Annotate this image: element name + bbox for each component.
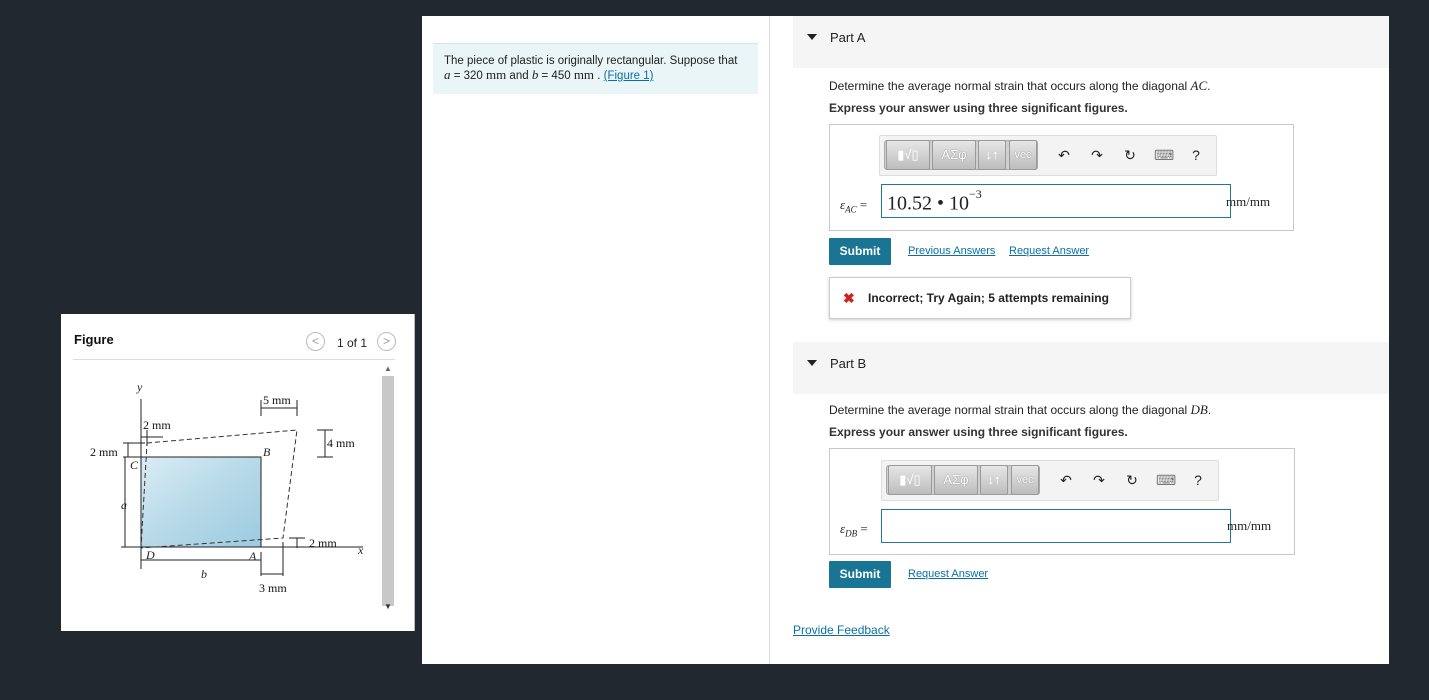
redo-icon[interactable]: ↷ <box>1088 147 1106 164</box>
greek-button[interactable]: ΑΣφ <box>932 140 976 170</box>
part-b-header[interactable]: Part B <box>793 342 1389 394</box>
label-2mm-top: 2 mm <box>143 418 171 432</box>
reset-icon[interactable]: ↻ <box>1123 472 1141 489</box>
math-toolbar: ▮√▯ ΑΣφ ↓↑ vec ↶ ↷ ↻ ⌨ ? <box>879 135 1217 176</box>
part-a-question: Determine the average normal strain that… <box>829 78 1211 94</box>
part-a-instruction: Express your answer using three signific… <box>829 101 1128 115</box>
part-b-unit: mm/mm <box>1227 518 1272 533</box>
after-text: . <box>594 70 604 82</box>
question-text: Determine the average normal strain that… <box>829 403 1191 417</box>
a-unit: mm <box>486 67 507 82</box>
part-a-answer-input[interactable]: 10.52 • 10−3 <box>881 184 1231 218</box>
help-icon[interactable]: ? <box>1187 147 1205 163</box>
feedback-box: ✖ Incorrect; Try Again; 5 attempts remai… <box>829 277 1131 319</box>
label-3mm: 3 mm <box>259 581 287 595</box>
part-b-answer-box: ▮√▯ ΑΣφ ↓↑ vec ↶ ↷ ↻ ⌨ ? εDB = mm/mm <box>829 448 1295 555</box>
help-icon[interactable]: ? <box>1189 472 1207 488</box>
figure-link[interactable]: (Figure 1) <box>604 70 654 82</box>
question-suffix: . <box>1207 79 1211 93</box>
part-a-header[interactable]: Part A <box>793 16 1389 68</box>
column-divider <box>769 16 770 664</box>
part-a-math-label: εAC = <box>840 197 868 215</box>
vec-button[interactable]: vec <box>1011 465 1039 495</box>
caret-down-icon[interactable] <box>807 34 817 40</box>
arrows-button[interactable]: ↓↑ <box>980 465 1008 495</box>
scroll-thumb[interactable] <box>382 376 394 606</box>
label-y: y <box>136 380 143 394</box>
a-value: = 320 <box>450 70 486 82</box>
part-a-label: Part A <box>830 30 866 45</box>
figure-diagram: y x 5 mm 2 mm 4 mm 2 mm 2 mm 3 mm a b A … <box>90 380 364 595</box>
and-text: and <box>506 70 532 82</box>
error-icon: ✖ <box>843 290 855 306</box>
divider <box>73 359 395 360</box>
previous-answers-link[interactable]: Previous Answers <box>908 245 995 257</box>
b-value: = 450 <box>538 70 574 82</box>
label-4mm: 4 mm <box>327 436 355 450</box>
question-suffix: . <box>1207 403 1212 417</box>
templates-button[interactable]: ▮√▯ <box>888 465 932 495</box>
figure-pager: 1 of 1 <box>337 336 368 350</box>
figure-panel: Figure < 1 of 1 > y x 5 mm 2 mm 4 mm 2 m… <box>61 314 415 631</box>
chevron-right-icon[interactable]: > <box>377 332 396 351</box>
question-text: Determine the average normal strain that… <box>829 79 1191 93</box>
undo-icon[interactable]: ↶ <box>1055 147 1073 164</box>
part-b-request-answer-link[interactable]: Request Answer <box>908 568 988 580</box>
undo-icon[interactable]: ↶ <box>1057 472 1075 489</box>
label-5mm: 5 mm <box>263 393 291 407</box>
label-C: C <box>130 458 139 472</box>
label-B: B <box>263 445 271 459</box>
math-toolbar: ▮√▯ ΑΣφ ↓↑ vec ↶ ↷ ↻ ⌨ ? <box>881 460 1219 501</box>
figure-title: Figure <box>74 332 114 347</box>
question-var: DB <box>1190 402 1208 417</box>
problem-text: The piece of plastic is originally recta… <box>444 55 738 67</box>
part-b-question: Determine the average normal strain that… <box>829 402 1211 418</box>
part-a-unit: mm/mm <box>1226 194 1271 209</box>
main-card: The piece of plastic is originally recta… <box>422 16 1389 664</box>
part-a-request-answer-link[interactable]: Request Answer <box>1009 245 1089 257</box>
chevron-left-icon[interactable]: < <box>306 332 325 351</box>
greek-button[interactable]: ΑΣφ <box>934 465 978 495</box>
keyboard-icon[interactable]: ⌨ <box>1156 472 1176 489</box>
vec-button[interactable]: vec <box>1009 140 1037 170</box>
part-b-math-label: εDB = <box>840 521 868 539</box>
redo-icon[interactable]: ↷ <box>1090 472 1108 489</box>
part-b-answer-input[interactable] <box>881 509 1231 543</box>
label-2mm-left: 2 mm <box>90 445 118 459</box>
part-b-submit-button[interactable]: Submit <box>829 561 891 588</box>
label-b: b <box>201 567 207 581</box>
label-x: x <box>357 543 364 557</box>
label-A: A <box>248 549 257 563</box>
templates-button[interactable]: ▮√▯ <box>886 140 930 170</box>
scroll-up-icon[interactable]: ▲ <box>384 364 392 373</box>
part-b-label: Part B <box>830 356 867 371</box>
plastic-plate <box>140 456 262 548</box>
label-D: D <box>145 548 155 562</box>
reset-icon[interactable]: ↻ <box>1121 147 1139 164</box>
problem-statement: The piece of plastic is originally recta… <box>433 43 758 94</box>
scroll-down-icon[interactable]: ▼ <box>384 602 392 611</box>
part-a-submit-button[interactable]: Submit <box>829 238 891 265</box>
question-var: AC <box>1190 78 1208 93</box>
keyboard-icon[interactable]: ⌨ <box>1154 147 1174 164</box>
b-unit: mm <box>573 67 595 82</box>
caret-down-icon[interactable] <box>807 360 817 366</box>
part-b-instruction: Express your answer using three signific… <box>829 425 1128 439</box>
label-a: a <box>121 498 127 512</box>
part-a-answer-box: ▮√▯ ΑΣφ ↓↑ vec ↶ ↷ ↻ ⌨ ? εAC = 10.52 • 1… <box>829 124 1294 231</box>
figure-scrollbar[interactable]: ▲ ▼ <box>380 364 396 614</box>
label-2mm-right: 2 mm <box>309 536 337 550</box>
arrows-button[interactable]: ↓↑ <box>978 140 1006 170</box>
feedback-text: Incorrect; Try Again; 5 attempts remaini… <box>868 291 1109 305</box>
provide-feedback-link[interactable]: Provide Feedback <box>793 623 890 637</box>
